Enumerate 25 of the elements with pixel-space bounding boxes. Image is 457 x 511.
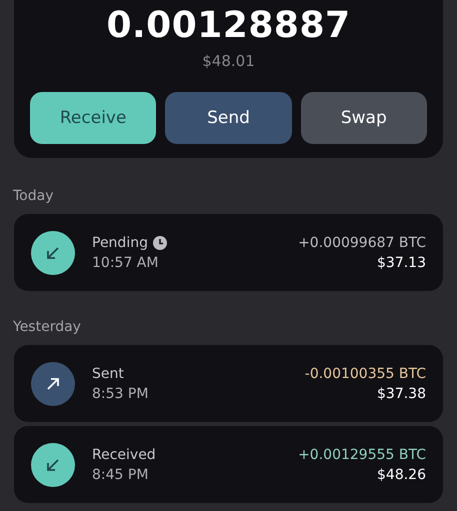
balance-amount: 0.00128887 [106, 4, 351, 48]
action-button[interactable]: Send [165, 92, 292, 144]
transaction-title: Sent [92, 366, 124, 382]
section-label: Today [13, 188, 54, 204]
balance-fiat: $48.01 [202, 52, 255, 70]
transaction-fiat: $37.13 [377, 254, 426, 270]
transaction-row[interactable]: Sent 8:53 PM -0.00100355 BTC $37.38 [14, 345, 443, 422]
section-label: Yesterday [13, 319, 82, 335]
action-button[interactable]: Swap [300, 92, 427, 144]
action-button[interactable]: Receive [30, 92, 156, 144]
arrow-down-left-icon [46, 458, 60, 472]
transaction-row[interactable]: Pending 10:57 AM +0.00099687 BTC $37.13 [14, 214, 443, 291]
arrow-down-left-icon [46, 246, 60, 260]
transaction-time: 8:45 PM [92, 466, 150, 482]
transaction-time: 8:53 PM [92, 386, 150, 402]
transaction-amount: +0.00099687 BTC [298, 234, 426, 250]
transaction-time: 10:57 AM [92, 254, 160, 270]
transaction-amount: -0.00100355 BTC [304, 366, 426, 382]
arrow-up-right-icon [46, 376, 60, 390]
transaction-row[interactable]: Received 8:45 PM +0.00129555 BTC $48.26 [14, 426, 443, 503]
transaction-title: Pending [92, 234, 148, 250]
transaction-title: Received [92, 446, 156, 462]
transaction-fiat: $37.38 [377, 386, 426, 402]
transaction-amount: +0.00129555 BTC [298, 446, 426, 462]
transaction-fiat: $48.26 [377, 466, 426, 482]
